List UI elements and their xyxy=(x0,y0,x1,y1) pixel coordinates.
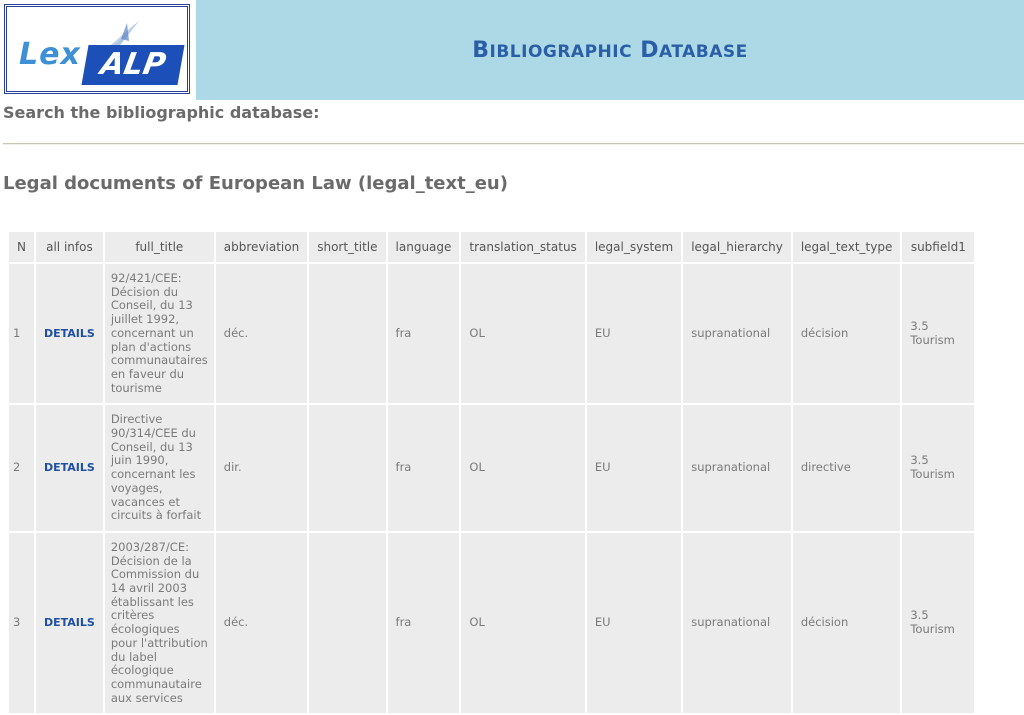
language-cell: fra xyxy=(387,532,460,714)
logo-text-lex: Lex xyxy=(19,37,81,72)
logo-text-alp: ALP xyxy=(81,45,185,85)
page-title: BIBLIOGRAPHIC DATABASE xyxy=(472,38,748,63)
legal-text-type-cell: directive xyxy=(792,405,901,531)
search-label: Search the bibliographic database: xyxy=(3,103,320,122)
table-row: 3 DETAILS 2003/287/CE: Décision de la Co… xyxy=(9,532,975,714)
col-header-language[interactable]: language xyxy=(387,232,460,262)
full-title-cell: 2003/287/CE: Décision de la Commission d… xyxy=(104,532,214,714)
col-header-legal-hierarchy[interactable]: legal_hierarchy xyxy=(683,232,791,262)
subfield1-cell: 3.5 Tourism xyxy=(902,532,975,714)
legal-text-type-cell: décision xyxy=(792,532,901,714)
subfield1-cell: 3.5 Tourism xyxy=(902,405,975,531)
full-title-cell: Directive 90/314/CEE du Conseil, du 13 j… xyxy=(104,405,214,531)
short-title-cell xyxy=(309,405,386,531)
full-title-cell: 92/421/CEE: Décision du Conseil, du 13 j… xyxy=(104,264,214,404)
abbreviation-cell: dir. xyxy=(215,405,308,531)
details-cell: DETAILS xyxy=(35,532,103,714)
short-title-cell xyxy=(309,264,386,404)
col-header-n[interactable]: N xyxy=(9,232,34,262)
logo[interactable]: Lex ALP xyxy=(0,0,196,100)
details-link[interactable]: DETAILS xyxy=(44,616,95,629)
abbreviation-cell: déc. xyxy=(215,264,308,404)
col-header-subfield1[interactable]: subfield1 xyxy=(902,232,975,262)
col-header-all-infos[interactable]: all infos xyxy=(35,232,103,262)
row-number: 2 xyxy=(9,405,34,531)
legal-system-cell: EU xyxy=(586,264,682,404)
section-title: Legal documents of European Law (legal_t… xyxy=(3,173,508,194)
language-cell: fra xyxy=(387,405,460,531)
details-link[interactable]: DETAILS xyxy=(44,327,95,340)
language-cell: fra xyxy=(387,264,460,404)
details-link[interactable]: DETAILS xyxy=(44,461,95,474)
col-header-abbreviation[interactable]: abbreviation xyxy=(215,232,308,262)
table-row: 1 DETAILS 92/421/CEE: Décision du Consei… xyxy=(9,264,975,404)
details-cell: DETAILS xyxy=(35,264,103,404)
col-header-short-title[interactable]: short_title xyxy=(309,232,386,262)
translation-status-cell: OL xyxy=(461,532,585,714)
table-header-row: N all infos full_title abbreviation shor… xyxy=(9,232,975,262)
page-header: Lex ALP BIBLIOGRAPHIC DATABASE xyxy=(0,0,1024,100)
table-row: 2 DETAILS Directive 90/314/CEE du Consei… xyxy=(9,405,975,531)
legal-hierarchy-cell: supranational xyxy=(683,264,791,404)
col-header-legal-system[interactable]: legal_system xyxy=(586,232,682,262)
col-header-translation-status[interactable]: translation_status xyxy=(461,232,585,262)
abbreviation-cell: déc. xyxy=(215,532,308,714)
legal-text-type-cell: décision xyxy=(792,264,901,404)
subfield1-cell: 3.5 Tourism xyxy=(902,264,975,404)
legal-hierarchy-cell: supranational xyxy=(683,532,791,714)
col-header-full-title[interactable]: full_title xyxy=(104,232,214,262)
row-number: 1 xyxy=(9,264,34,404)
results-table: N all infos full_title abbreviation shor… xyxy=(7,230,976,715)
row-number: 3 xyxy=(9,532,34,714)
col-header-legal-text-type[interactable]: legal_text_type xyxy=(792,232,901,262)
details-cell: DETAILS xyxy=(35,405,103,531)
legal-system-cell: EU xyxy=(586,405,682,531)
legal-system-cell: EU xyxy=(586,532,682,714)
legal-hierarchy-cell: supranational xyxy=(683,405,791,531)
translation-status-cell: OL xyxy=(461,405,585,531)
translation-status-cell: OL xyxy=(461,264,585,404)
logo-frame: Lex ALP xyxy=(4,4,190,94)
short-title-cell xyxy=(309,532,386,714)
divider xyxy=(3,143,1024,145)
